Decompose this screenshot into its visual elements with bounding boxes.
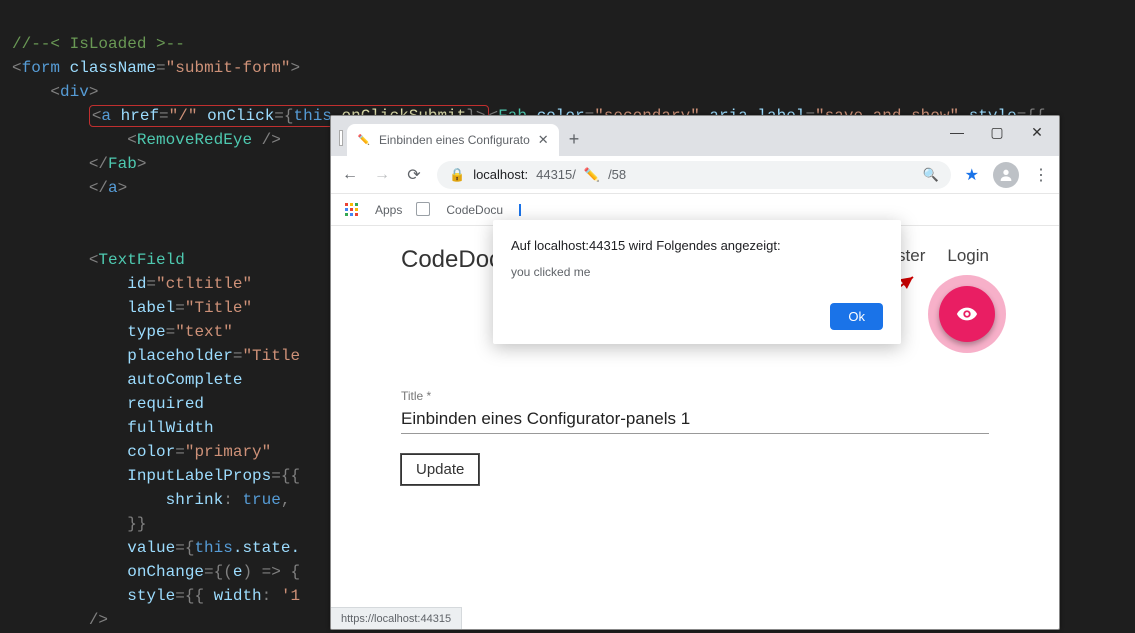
dialog-message: you clicked me bbox=[511, 265, 883, 279]
tab-close-icon[interactable]: ✕ bbox=[538, 132, 549, 148]
tab-drag-handle[interactable] bbox=[339, 130, 343, 146]
bookmark-codedocu[interactable]: CodeDocu bbox=[446, 203, 503, 217]
title-field-label: Title * bbox=[401, 389, 989, 403]
browser-menu-icon[interactable]: ⋮ bbox=[1033, 165, 1049, 185]
browser-tab[interactable]: ✏️ Einbinden eines Configurato ✕ bbox=[347, 124, 559, 156]
update-button[interactable]: Update bbox=[401, 454, 479, 485]
window-close-icon[interactable]: ✕ bbox=[1031, 126, 1043, 138]
nav-reload-icon[interactable]: ⟳ bbox=[405, 166, 423, 184]
apps-icon[interactable] bbox=[345, 203, 359, 217]
tab-title: Einbinden eines Configurato bbox=[379, 133, 530, 147]
dialog-ok-button[interactable]: Ok bbox=[830, 303, 883, 330]
browser-window: ✏️ Einbinden eines Configurato ✕ + — ▢ ✕… bbox=[330, 115, 1060, 630]
profile-avatar-icon[interactable] bbox=[993, 162, 1019, 188]
js-alert-dialog: Auf localhost:44315 wird Folgendes angez… bbox=[493, 220, 901, 344]
title-input[interactable] bbox=[401, 405, 989, 434]
bookmark-divider bbox=[519, 204, 521, 216]
bookmark-folder-icon[interactable] bbox=[418, 204, 430, 216]
apps-label[interactable]: Apps bbox=[375, 203, 402, 217]
status-url: https://localhost:44315 bbox=[341, 613, 451, 625]
url-path: /58 bbox=[608, 167, 626, 182]
https-lock-icon: 🔒 bbox=[449, 167, 465, 183]
address-bar[interactable]: 🔒 localhost: 44315/ ✏️ /58 🔍 bbox=[437, 161, 951, 189]
eye-icon bbox=[956, 303, 978, 325]
bookmark-star-icon[interactable]: ★ bbox=[965, 165, 979, 185]
window-maximize-icon[interactable]: ▢ bbox=[991, 126, 1003, 138]
browser-status-bar: https://localhost:44315 bbox=[331, 607, 462, 629]
browser-tab-bar: ✏️ Einbinden eines Configurato ✕ + — ▢ ✕ bbox=[331, 116, 1059, 156]
browser-toolbar: ← → ⟳ 🔒 localhost: 44315/ ✏️ /58 🔍 ★ ⋮ bbox=[331, 156, 1059, 194]
nav-forward-icon[interactable]: → bbox=[373, 166, 391, 184]
fab-save-button[interactable] bbox=[939, 286, 995, 342]
url-port: 44315/ bbox=[536, 167, 576, 182]
dialog-header: Auf localhost:44315 wird Folgendes angez… bbox=[511, 238, 883, 253]
new-tab-button[interactable]: + bbox=[569, 129, 580, 150]
nav-back-icon[interactable]: ← bbox=[341, 166, 359, 184]
page-content: Auf localhost:44315 wird Folgendes angez… bbox=[331, 226, 1059, 607]
zoom-icon[interactable]: 🔍 bbox=[922, 167, 938, 183]
url-edit-icon: ✏️ bbox=[584, 167, 600, 183]
tab-favicon-icon: ✏️ bbox=[357, 133, 371, 147]
url-host: localhost: bbox=[473, 167, 528, 182]
nav-login-link[interactable]: Login bbox=[947, 246, 989, 266]
code-comment: //--< IsLoaded >-- bbox=[12, 35, 185, 53]
window-minimize-icon[interactable]: — bbox=[951, 126, 963, 138]
